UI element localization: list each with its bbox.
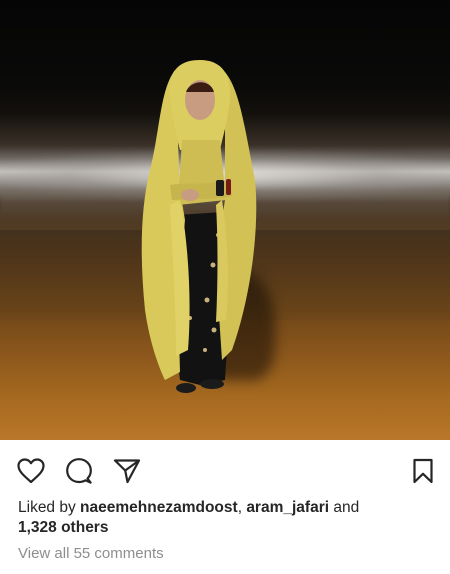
comment-icon [65, 457, 93, 485]
like-button[interactable] [16, 456, 46, 486]
post-photo[interactable] [0, 0, 450, 440]
likes-summary: Liked by naeemehnezamdoost, aram_jafari … [18, 498, 438, 538]
woman-figure [141, 60, 257, 393]
save-button[interactable] [408, 456, 438, 486]
share-button[interactable] [112, 456, 142, 486]
likes-prefix: Liked by [18, 499, 81, 516]
bookmark-icon [412, 458, 434, 484]
likes-others-link[interactable]: 1,328 others [18, 519, 108, 536]
likes-and: and [329, 499, 360, 516]
heart-icon [17, 458, 45, 484]
paper-plane-icon [113, 458, 141, 484]
liker-username-2[interactable]: aram_jafari [246, 499, 329, 516]
view-comments-link[interactable]: View all 55 comments [18, 545, 164, 562]
liker-username-1[interactable]: naeemehnezamdoost [80, 499, 238, 516]
comment-button[interactable] [64, 456, 94, 486]
